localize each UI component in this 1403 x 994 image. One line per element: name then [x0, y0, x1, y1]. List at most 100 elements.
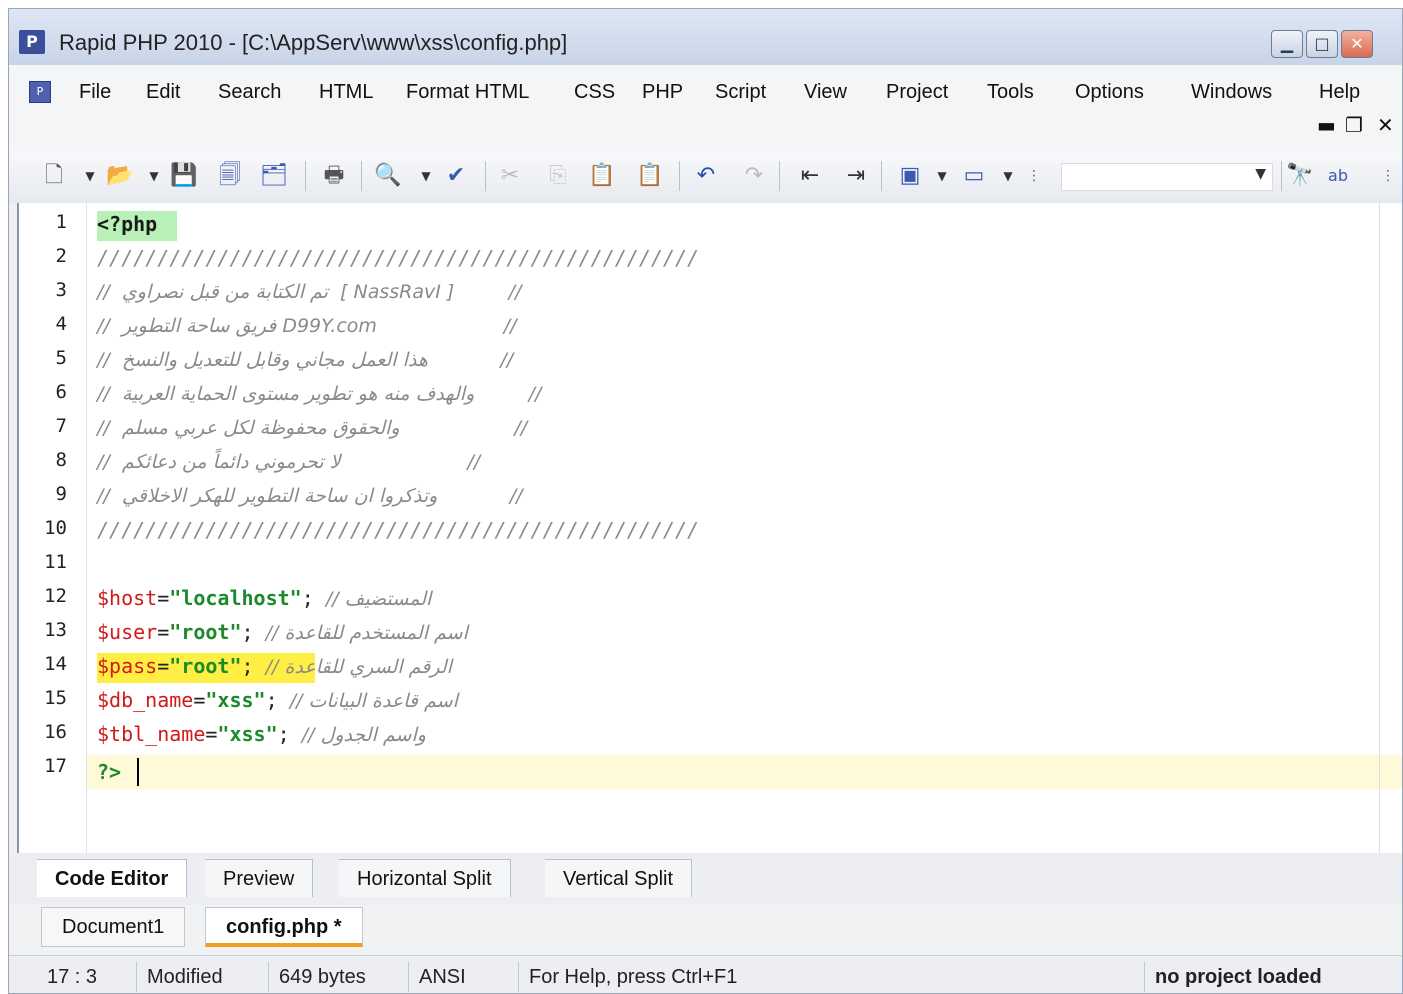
title-bar[interactable]: P Rapid PHP 2010 - [C:\AppServ\www\xss\c… [9, 9, 1402, 65]
toolbar-overflow-icon[interactable]: ⋮ [1019, 159, 1049, 193]
copy-icon[interactable]: ⎘ [543, 159, 573, 193]
right-margin-line [1379, 203, 1380, 853]
menu-script[interactable]: Script [715, 81, 766, 104]
code-line: <?php [97, 212, 158, 236]
line-number: 2 [55, 245, 67, 267]
tab-horizontal-split[interactable]: Horizontal Split [339, 859, 511, 897]
comment: // المستضيف [325, 588, 432, 610]
string-literal: "xss" [205, 688, 266, 712]
app-logo-icon[interactable]: P [19, 30, 45, 54]
panel-icon[interactable]: ▭ [959, 159, 989, 193]
close-button[interactable]: ✕ [1341, 30, 1373, 58]
operator: = [193, 688, 206, 712]
minimize-button[interactable]: ▁ [1271, 30, 1303, 58]
semicolon: ; [241, 654, 254, 678]
spell-check-icon[interactable]: ✔ [441, 159, 471, 193]
window-title: Rapid PHP 2010 - [C:\AppServ\www\xss\con… [59, 30, 568, 55]
current-line-highlight [87, 755, 1402, 789]
view-tab-strip: Code Editor Preview Horizontal Split Ver… [9, 853, 1402, 905]
preview-dropdown-icon[interactable]: ▼ [411, 159, 441, 193]
menu-html[interactable]: HTML [319, 81, 373, 104]
toolbar-separator [1281, 161, 1282, 191]
code-line: // والهدف منه هو تطوير مستوى الحماية الع… [97, 383, 542, 405]
line-number: 3 [55, 279, 67, 301]
string-literal: "xss" [217, 722, 278, 746]
find-icon[interactable]: 🔭 [1285, 159, 1315, 193]
print-icon[interactable]: 🖶 [319, 159, 349, 193]
save-icon[interactable]: 💾 [169, 159, 199, 193]
tab-preview[interactable]: Preview [205, 859, 314, 897]
open-dropdown-icon[interactable]: ▼ [139, 159, 169, 193]
line-number-gutter: 1 2 3 4 5 6 7 8 9 10 11 12 13 14 15 16 1… [19, 203, 87, 853]
indent-icon[interactable]: ⇥ [841, 159, 871, 193]
operator: = [157, 620, 170, 644]
line-number: 8 [55, 449, 67, 471]
code-line: $db_name="xss"; // اسم قاعدة البيانات [97, 683, 458, 717]
status-cursor-position: 17 : 3 [37, 962, 137, 992]
paste-icon[interactable]: 📋 [587, 159, 617, 193]
code-line: ////////////////////////////////////////… [97, 518, 700, 542]
paste-special-icon[interactable]: 📋 [635, 159, 665, 193]
menu-help[interactable]: Help [1319, 81, 1360, 104]
mdi-close-icon[interactable]: ✕ [1377, 113, 1394, 137]
tab-config-php[interactable]: config.php * [205, 907, 363, 947]
replace-icon[interactable]: ab [1323, 159, 1353, 193]
status-modified: Modified [137, 962, 269, 992]
save-as-icon[interactable]: 🗂 [259, 159, 289, 193]
status-help-text: For Help, press Ctrl+F1 [519, 962, 1145, 992]
window-layout-icon[interactable]: ▣ [895, 159, 925, 193]
menu-tools[interactable]: Tools [987, 81, 1034, 104]
toolbar-separator [779, 161, 780, 191]
code-line: // لا تحرموني دائماً من دعائكم // [97, 451, 481, 473]
semicolon: ; [265, 688, 278, 712]
app-window: P Rapid PHP 2010 - [C:\AppServ\www\xss\c… [8, 8, 1403, 994]
status-project: no project loaded [1155, 966, 1322, 988]
maximize-button[interactable]: □ [1306, 30, 1338, 58]
toolbar-separator [679, 161, 680, 191]
php-variable: $db_name [97, 688, 194, 712]
code-editor[interactable]: 1 2 3 4 5 6 7 8 9 10 11 12 13 14 15 16 1… [17, 203, 1402, 853]
mdi-restore-icon[interactable]: ❐ [1345, 113, 1363, 137]
menu-php[interactable]: PHP [642, 81, 683, 104]
line-number: 14 [44, 653, 67, 675]
menu-project[interactable]: Project [886, 81, 948, 104]
save-all-icon[interactable]: 🗐 [215, 159, 245, 193]
layout-dropdown-icon[interactable]: ▼ [927, 159, 957, 193]
redo-icon[interactable]: ↷ [739, 159, 769, 193]
line-number: 9 [55, 483, 67, 505]
string-literal: "localhost" [169, 586, 302, 610]
menu-options[interactable]: Options [1075, 81, 1144, 104]
print-preview-icon[interactable]: 🔍 [373, 159, 403, 193]
line-number: 4 [55, 313, 67, 335]
document-menu-icon[interactable]: P [29, 81, 51, 103]
toolbar-separator [881, 161, 882, 191]
search-combo[interactable]: ▼ [1061, 163, 1273, 191]
menu-search[interactable]: Search [218, 81, 281, 104]
mdi-minimize-icon[interactable]: ▬ [1317, 113, 1336, 137]
outdent-icon[interactable]: ⇤ [795, 159, 825, 193]
undo-icon[interactable]: ↶ [691, 159, 721, 193]
semicolon: ; [277, 722, 290, 746]
status-file-size: 649 bytes [269, 962, 409, 992]
code-line: // تم الكتابة من قبل نصراوي [ NassRavI ]… [97, 281, 522, 303]
open-folder-icon[interactable]: 📂 [105, 159, 135, 193]
chevron-down-icon[interactable]: ▼ [1255, 166, 1266, 182]
cut-icon[interactable]: ✂ [495, 159, 525, 193]
menu-view[interactable]: View [804, 81, 847, 104]
menu-format-html[interactable]: Format HTML [406, 81, 529, 104]
semicolon: ; [301, 586, 314, 610]
operator: = [157, 654, 170, 678]
toolbar-overflow-icon[interactable]: ⋮ [1373, 159, 1402, 193]
tab-code-editor[interactable]: Code Editor [37, 859, 188, 897]
semicolon: ; [241, 620, 254, 644]
menu-file[interactable]: File [79, 81, 111, 104]
tab-document1[interactable]: Document1 [41, 907, 186, 947]
line-number: 13 [44, 619, 67, 641]
new-file-icon[interactable]: 🗋 [39, 159, 69, 193]
menu-windows[interactable]: Windows [1191, 81, 1272, 104]
php-variable: $user [97, 620, 158, 644]
tab-vertical-split[interactable]: Vertical Split [545, 859, 693, 897]
new-dropdown-icon[interactable]: ▼ [75, 159, 105, 193]
menu-css[interactable]: CSS [574, 81, 615, 104]
menu-edit[interactable]: Edit [146, 81, 180, 104]
